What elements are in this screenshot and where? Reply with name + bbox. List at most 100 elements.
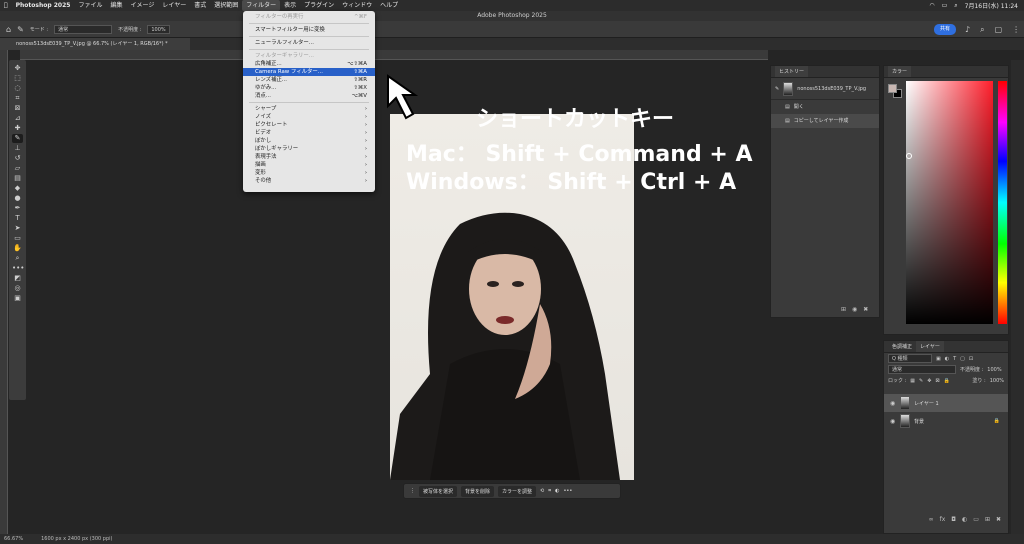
drag-handle-icon[interactable]: ⋮	[410, 488, 415, 494]
history-brush-icon[interactable]: ↺	[12, 154, 23, 163]
menu-item-convert-smart-filter[interactable]: スマートフィルター用に変換	[243, 26, 375, 34]
tab-color[interactable]: カラー	[888, 66, 912, 77]
history-step[interactable]: ▤ 開く	[771, 100, 879, 114]
filter-type-icon[interactable]: T	[953, 356, 956, 362]
quick-mask-icon[interactable]: ◎	[12, 284, 23, 293]
color-picker-field[interactable]	[906, 81, 993, 324]
eye-icon[interactable]: ◉	[890, 418, 896, 425]
arrange-icon[interactable]: ⋮	[1012, 25, 1020, 35]
eyedropper-tool-icon[interactable]: ⊿	[12, 114, 23, 123]
blur-tool-icon[interactable]: ◆	[12, 184, 23, 193]
menu-layer[interactable]: レイヤー	[158, 0, 190, 11]
clock[interactable]: 7月16日(水) 11:24	[965, 1, 1018, 10]
foreground-color-swatch[interactable]	[888, 84, 897, 93]
layer-name[interactable]: レイヤー 1	[914, 400, 939, 407]
menu-item-camera-raw-filter[interactable]: Camera Raw フィルター... ⇧⌘A	[243, 68, 375, 76]
link-icon[interactable]: ∞	[929, 516, 934, 528]
layer-row[interactable]: ◉ 背景 🔒	[884, 412, 1008, 430]
menu-select[interactable]: 選択範囲	[210, 0, 242, 11]
menu-edit[interactable]: 編集	[106, 0, 126, 11]
zoom-tool-icon[interactable]: ⌕	[12, 254, 23, 263]
share-button[interactable]: 共有	[934, 24, 956, 35]
heal-tool-icon[interactable]: ✚	[12, 124, 23, 133]
menu-item-blur-gallery[interactable]: ぼかしギャラリー ›	[243, 145, 375, 153]
home-icon[interactable]: ⌂	[6, 25, 11, 34]
lasso-tool-icon[interactable]: ◌	[12, 84, 23, 93]
eraser-tool-icon[interactable]: ▱	[12, 164, 23, 173]
crop-tool-icon[interactable]: ⌗	[12, 94, 23, 103]
menu-item-render[interactable]: 描画 ›	[243, 161, 375, 169]
filter-pixel-icon[interactable]: ▣	[936, 356, 941, 362]
camera-icon[interactable]: ◉	[852, 306, 857, 313]
type-tool-icon[interactable]: T	[12, 214, 23, 223]
menu-file[interactable]: ファイル	[74, 0, 106, 11]
adjustment-layer-icon[interactable]: ◐	[962, 516, 967, 528]
trash-icon[interactable]: ✖	[863, 306, 868, 313]
gradient-tool-icon[interactable]: ▤	[12, 174, 23, 183]
menu-item-adaptive-wide-angle[interactable]: 広角補正... ⌥⇧⌘A	[243, 60, 375, 68]
lock-artboard-icon[interactable]: ⊠	[935, 378, 939, 384]
battery-icon[interactable]: ▭	[942, 2, 948, 9]
filter-adjust-icon[interactable]: ◐	[945, 356, 949, 362]
menu-item-neural-filters[interactable]: ニューラルフィルター...	[243, 39, 375, 47]
workspace-icon[interactable]: ▢	[995, 25, 1003, 35]
menu-item-liquify[interactable]: ゆがみ... ⇧⌘X	[243, 84, 375, 92]
lock-pixels-icon[interactable]: ▦	[910, 378, 915, 384]
zoom-level[interactable]: 66.67%	[4, 534, 23, 544]
opacity-input[interactable]: 100%	[147, 24, 170, 34]
adjust-icon[interactable]: ◐	[555, 488, 559, 494]
folder-icon[interactable]: ▭	[973, 516, 979, 528]
menu-image[interactable]: イメージ	[126, 0, 158, 11]
adjust-color-button[interactable]: カラーを調整	[498, 485, 537, 497]
menu-item-blur[interactable]: ぼかし ›	[243, 137, 375, 145]
hue-slider[interactable]	[998, 81, 1007, 324]
brush-tool-icon[interactable]: ✎	[12, 134, 23, 143]
tab-layers[interactable]: レイヤー	[916, 341, 944, 352]
layer-kind-filter[interactable]: Q 種類	[888, 354, 932, 363]
menu-filter[interactable]: フィルター	[242, 0, 281, 11]
transform-icon[interactable]: ⟲	[540, 488, 544, 494]
menu-window[interactable]: ウィンドウ	[338, 0, 376, 11]
menu-item-lens-correction[interactable]: レンズ補正... ⇧⌘R	[243, 76, 375, 84]
menu-item-stylize[interactable]: 表現手法 ›	[243, 153, 375, 161]
color-swatches-icon[interactable]: ◩	[12, 274, 23, 283]
layer-name[interactable]: 背景	[914, 418, 924, 425]
lock-icon[interactable]: 🔒	[944, 378, 950, 384]
menu-item-vanishing-point[interactable]: 消点... ⌥⌘V	[243, 92, 375, 100]
bell-icon[interactable]: ♪	[965, 25, 970, 35]
menu-item-pixelate[interactable]: ピクセレート ›	[243, 121, 375, 129]
pen-tool-icon[interactable]: ✒	[12, 204, 23, 213]
filter-smart-icon[interactable]: ⊡	[969, 356, 973, 362]
more-tools-icon[interactable]: •••	[12, 264, 24, 273]
fx-icon[interactable]: fx	[940, 516, 946, 528]
menu-item-video[interactable]: ビデオ ›	[243, 129, 375, 137]
history-step[interactable]: ▤ コピーしてレイヤー作成	[771, 114, 879, 128]
fill-value[interactable]: 100%	[990, 378, 1004, 384]
lock-move-icon[interactable]: ✥	[927, 378, 931, 384]
new-document-icon[interactable]: ⊞	[841, 306, 846, 313]
move-tool-icon[interactable]: ✥	[12, 64, 23, 73]
menu-item-distort[interactable]: 変形 ›	[243, 169, 375, 177]
mode-select[interactable]: 通常	[54, 24, 113, 34]
menu-item-noise[interactable]: ノイズ ›	[243, 113, 375, 121]
mask-icon[interactable]: ◘	[951, 516, 956, 528]
menu-type[interactable]: 書式	[190, 0, 210, 11]
menu-view[interactable]: 表示	[280, 0, 300, 11]
tab-history[interactable]: ヒストリー	[775, 66, 809, 77]
layer-opacity-value[interactable]: 100%	[987, 367, 1001, 373]
stamp-tool-icon[interactable]: ⊥	[12, 144, 23, 153]
menu-plugins[interactable]: プラグイン	[300, 0, 338, 11]
path-select-icon[interactable]: ➤	[12, 224, 23, 233]
blend-mode-select[interactable]: 通常	[888, 365, 956, 374]
select-subject-button[interactable]: 被写体を選択	[419, 485, 458, 497]
document-tab[interactable]: nonoss513dsE039_TP_V.jpg @ 66.7% (レイヤー 1…	[0, 38, 190, 50]
layer-row[interactable]: ◉ レイヤー 1	[884, 394, 1008, 412]
color-picker-cursor[interactable]	[906, 153, 912, 159]
screen-mode-icon[interactable]: ▣	[12, 294, 23, 303]
menu-item-other[interactable]: その他 ›	[243, 177, 375, 185]
hand-tool-icon[interactable]: ✋	[12, 244, 23, 253]
history-snapshot[interactable]: ✎ nonoss513dsE039_TP_V.jpg	[771, 78, 879, 100]
new-layer-icon[interactable]: ⊞	[985, 516, 990, 528]
shape-tool-icon[interactable]: ▭	[12, 234, 23, 243]
dodge-tool-icon[interactable]: ●	[12, 194, 23, 203]
